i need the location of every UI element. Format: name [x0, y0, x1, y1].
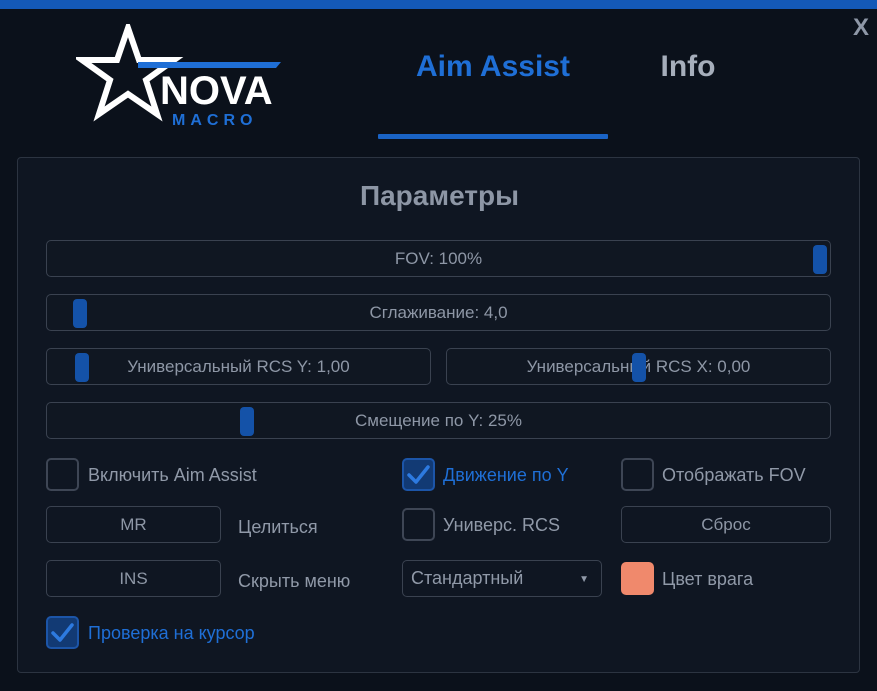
offset-y-slider[interactable]: Смещение по Y: 25%: [46, 402, 831, 439]
nova-macro-logo: NOVA MACRO: [76, 24, 281, 129]
fov-slider-handle[interactable]: [813, 245, 827, 274]
aim-key-button[interactable]: MR: [46, 506, 221, 543]
active-tab-indicator: [378, 134, 608, 139]
cursor-check-label: Проверка на курсор: [88, 623, 255, 643]
universal-rcs-checkbox[interactable]: [402, 508, 435, 541]
rcs-y-slider-label: Универсальный RCS Y: 1,00: [127, 356, 350, 376]
fov-slider[interactable]: FOV: 100%: [46, 240, 831, 277]
checkmark-icon: [51, 623, 74, 642]
aim-key-label: Целиться: [238, 517, 318, 537]
smoothing-slider-label: Сглаживание: 4,0: [369, 302, 508, 322]
move-y-label: Движение по Y: [443, 465, 569, 485]
close-button[interactable]: X: [853, 16, 869, 40]
enable-aim-assist-checkbox[interactable]: [46, 458, 79, 491]
move-y-checkbox[interactable]: [402, 458, 435, 491]
rcs-y-slider-handle[interactable]: [75, 353, 89, 382]
rcs-x-slider[interactable]: Универсальный RCS X: 0,00: [446, 348, 831, 385]
chevron-down-icon: ▼: [579, 574, 589, 585]
rcs-y-slider[interactable]: Универсальный RCS Y: 1,00: [46, 348, 431, 385]
offset-y-slider-handle[interactable]: [240, 407, 254, 436]
cursor-check-checkbox[interactable]: [46, 616, 79, 649]
smoothing-slider-handle[interactable]: [73, 299, 87, 328]
tab-aim-assist[interactable]: Aim Assist: [378, 50, 608, 90]
smoothing-slider[interactable]: Сглаживание: 4,0: [46, 294, 831, 331]
enable-aim-assist-label: Включить Aim Assist: [88, 465, 257, 485]
show-fov-label: Отображать FOV: [662, 465, 806, 485]
enemy-color-swatch[interactable]: [621, 562, 654, 595]
window-top-bar: [0, 0, 877, 9]
hide-menu-key-button[interactable]: INS: [46, 560, 221, 597]
offset-y-slider-label: Смещение по Y: 25%: [355, 410, 522, 430]
panel-title: Параметры: [359, 180, 520, 211]
logo-name: NOVA: [160, 69, 273, 113]
hide-menu-key-label: Скрыть меню: [238, 571, 351, 591]
show-fov-checkbox[interactable]: [621, 458, 654, 491]
rcs-x-slider-handle[interactable]: [632, 353, 646, 382]
enemy-color-label: Цвет врага: [662, 569, 754, 589]
reset-button[interactable]: Сброс: [621, 506, 831, 543]
mode-select-value: Стандартный: [411, 568, 524, 588]
fov-slider-label: FOV: 100%: [394, 248, 483, 268]
mode-select[interactable]: Стандартный ▼: [402, 560, 602, 597]
checkmark-icon: [407, 465, 430, 484]
tab-info[interactable]: Info: [610, 50, 766, 90]
logo-sub: MACRO: [172, 112, 257, 129]
settings-panel: Параметры FOV: 100% Сглаживание: 4,0 Уни…: [17, 157, 860, 673]
universal-rcs-label: Универс. RCS: [443, 515, 561, 535]
